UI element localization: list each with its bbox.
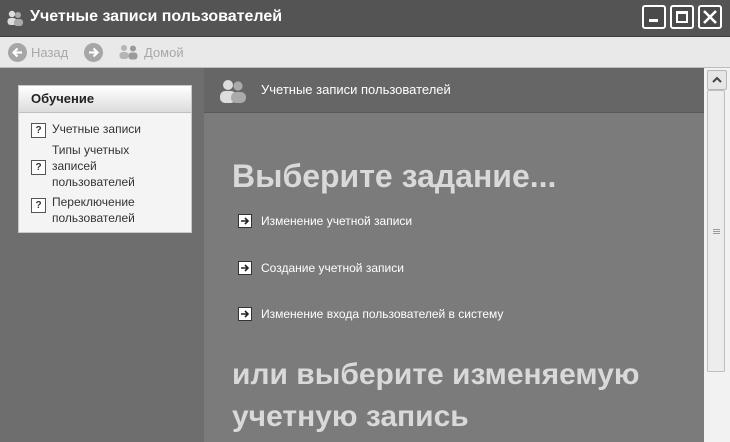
task-label: Изменение учетной записи — [261, 214, 413, 228]
arrow-right-icon — [238, 261, 252, 275]
back-arrow-icon — [8, 42, 27, 62]
help-icon: ? — [31, 160, 46, 175]
pick-task-heading: Выберите задание... — [232, 158, 557, 194]
task-change-account[interactable]: Изменение учетной записи — [238, 214, 412, 228]
pick-account-heading: или выберите изменяемую учетную запись — [232, 358, 640, 433]
back-button[interactable]: Назад — [8, 42, 68, 62]
back-label: Назад — [31, 44, 69, 60]
home-users-icon — [119, 45, 138, 60]
help-link-label: Типы учетных записей пользователей — [52, 143, 135, 189]
help-icon: ? — [31, 123, 46, 138]
left-pane: Обучение ? Учетные записи ? Типы учетных… — [0, 68, 204, 442]
window-title: Учетные записи пользователей — [30, 8, 283, 25]
home-label: Домой — [144, 44, 184, 60]
panel-title: Обучение — [19, 86, 191, 113]
task-change-logon[interactable]: Изменение входа пользователей в систему — [238, 307, 503, 321]
forward-arrow-icon — [84, 42, 103, 62]
help-icon: ? — [31, 198, 46, 213]
learn-about-panel: Обучение ? Учетные записи ? Типы учетных… — [18, 85, 192, 233]
users-icon — [220, 80, 246, 103]
scrollbar-thumb[interactable] — [707, 90, 725, 372]
home-button[interactable]: Домой — [118, 42, 184, 62]
arrow-right-icon — [238, 214, 252, 228]
grip-icon — [713, 229, 720, 230]
minimize-button[interactable] — [642, 5, 666, 29]
task-create-account[interactable]: Создание учетной записи — [238, 261, 404, 275]
task-label: Создание учетной записи — [261, 261, 404, 275]
user-accounts-window: Учетные записи пользователей Назад Домой… — [0, 0, 730, 442]
scroll-up-button[interactable] — [707, 70, 727, 90]
chevron-up-icon — [712, 76, 722, 83]
arrow-right-icon — [238, 307, 252, 321]
help-link-switching-users[interactable]: ? Переключение пользователей — [31, 194, 191, 226]
content-header-title: Учетные записи пользователей — [261, 82, 451, 97]
help-link-label: Переключение пользователей — [52, 195, 135, 225]
users-icon — [7, 10, 23, 26]
help-link-label: Учетные записи — [52, 122, 141, 136]
close-icon — [703, 10, 717, 24]
help-link-accounts[interactable]: ? Учетные записи — [31, 121, 191, 138]
content-header: Учетные записи пользователей — [204, 68, 704, 113]
task-label: Изменение входа пользователей в систему — [261, 307, 504, 321]
close-button[interactable] — [698, 5, 722, 29]
main-content: Учетные записи пользователей Выберите за… — [204, 68, 704, 442]
help-link-account-types[interactable]: ? Типы учетных записей пользователей — [31, 142, 191, 190]
navigation-bar: Назад Домой — [0, 37, 730, 68]
maximize-button[interactable] — [670, 5, 694, 29]
forward-button[interactable] — [84, 42, 107, 62]
title-bar: Учетные записи пользователей — [0, 0, 730, 37]
vertical-scrollbar[interactable] — [704, 68, 730, 442]
